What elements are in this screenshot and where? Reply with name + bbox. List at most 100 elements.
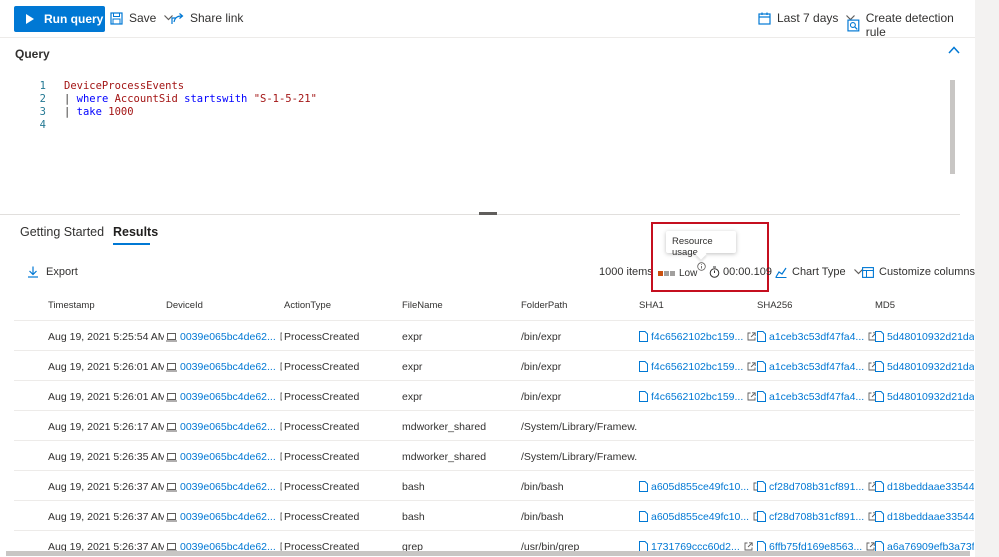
open-external-icon[interactable] — [747, 392, 756, 401]
open-external-icon[interactable] — [868, 512, 875, 521]
save-button[interactable]: Save — [110, 11, 179, 25]
open-external-icon[interactable] — [280, 452, 282, 461]
column-header-actiontype[interactable]: ActionType — [284, 300, 331, 311]
md5-link[interactable]: 5d48010932d21da... — [887, 361, 974, 373]
cell-timestamp: Aug 19, 2021 5:26:01 AM — [48, 391, 164, 403]
open-external-icon[interactable] — [868, 482, 875, 491]
horizontal-scrollbar[interactable] — [6, 551, 970, 556]
table-row[interactable]: Aug 19, 2021 5:26:37 AM 0039e065bc4de62..… — [14, 471, 974, 501]
md5-link[interactable]: 5d48010932d21da... — [887, 331, 974, 343]
open-external-icon[interactable] — [868, 362, 875, 371]
open-external-icon[interactable] — [744, 542, 753, 551]
cell-deviceid[interactable]: 0039e065bc4de62... — [166, 451, 282, 463]
cell-sha256[interactable]: a1ceb3c53df47fa4... — [757, 391, 875, 403]
cell-md5[interactable]: 5d48010932d21da... — [875, 391, 974, 403]
tab-results[interactable]: Results — [113, 225, 158, 239]
resource-level: Low — [679, 268, 698, 279]
cell-sha256[interactable]: a1ceb3c53df47fa4... — [757, 331, 875, 343]
table-row[interactable]: Aug 19, 2021 5:25:54 AM 0039e065bc4de62..… — [14, 321, 974, 351]
cell-sha1[interactable]: f4c6562102bc159... — [639, 391, 757, 403]
sha1-link[interactable]: a605d855ce49fc10... — [651, 481, 749, 493]
open-external-icon[interactable] — [280, 482, 282, 491]
sha1-link[interactable]: a605d855ce49fc10... — [651, 511, 749, 523]
chevron-up-icon[interactable] — [948, 46, 960, 54]
sha1-link[interactable]: f4c6562102bc159... — [651, 361, 743, 373]
table-row[interactable]: Aug 19, 2021 5:26:35 AM 0039e065bc4de62..… — [14, 441, 974, 471]
open-external-icon[interactable] — [280, 332, 282, 341]
splitter-handle[interactable] — [479, 212, 497, 215]
open-external-icon[interactable] — [866, 542, 875, 551]
open-external-icon[interactable] — [747, 332, 756, 341]
resource-usage-indicator[interactable]: Low — [658, 268, 697, 279]
cell-deviceid[interactable]: 0039e065bc4de62... — [166, 421, 282, 433]
device-id-link[interactable]: 0039e065bc4de62... — [180, 331, 276, 343]
table-row[interactable]: Aug 19, 2021 5:26:01 AM 0039e065bc4de62..… — [14, 351, 974, 381]
table-row[interactable]: Aug 19, 2021 5:26:37 AM 0039e065bc4de62..… — [14, 501, 974, 531]
md5-link[interactable]: d18beddaae33544... — [887, 481, 974, 493]
cell-sha1[interactable]: f4c6562102bc159... — [639, 331, 757, 343]
cell-timestamp: Aug 19, 2021 5:26:37 AM — [48, 511, 164, 523]
cell-sha256[interactable]: cf28d708b31cf891... — [757, 481, 875, 493]
open-external-icon[interactable] — [868, 332, 875, 341]
sha256-link[interactable]: cf28d708b31cf891... — [769, 481, 864, 493]
device-id-link[interactable]: 0039e065bc4de62... — [180, 391, 276, 403]
cell-deviceid[interactable]: 0039e065bc4de62... — [166, 481, 282, 493]
file-icon — [757, 511, 766, 522]
chart-type-dropdown[interactable]: Chart Type — [775, 266, 863, 278]
file-icon — [875, 511, 884, 522]
sha256-link[interactable]: a1ceb3c53df47fa4... — [769, 391, 864, 403]
open-external-icon[interactable] — [280, 542, 282, 551]
cell-deviceid[interactable]: 0039e065bc4de62... — [166, 331, 282, 343]
device-id-link[interactable]: 0039e065bc4de62... — [180, 361, 276, 373]
column-header-filename[interactable]: FileName — [402, 300, 443, 311]
open-external-icon[interactable] — [280, 392, 282, 401]
device-id-link[interactable]: 0039e065bc4de62... — [180, 451, 276, 463]
cell-md5[interactable]: d18beddaae33544... — [875, 511, 974, 523]
md5-link[interactable]: 5d48010932d21da... — [887, 391, 974, 403]
cell-deviceid[interactable]: 0039e065bc4de62... — [166, 391, 282, 403]
column-header-folderpath[interactable]: FolderPath — [521, 300, 567, 311]
table-row[interactable]: Aug 19, 2021 5:26:01 AM 0039e065bc4de62..… — [14, 381, 974, 411]
sha256-link[interactable]: a1ceb3c53df47fa4... — [769, 331, 864, 343]
editor-scrollbar[interactable] — [950, 80, 955, 174]
cell-sha1[interactable]: f4c6562102bc159... — [639, 361, 757, 373]
cell-md5[interactable]: 5d48010932d21da... — [875, 361, 974, 373]
cell-deviceid[interactable]: 0039e065bc4de62... — [166, 361, 282, 373]
device-id-link[interactable]: 0039e065bc4de62... — [180, 511, 276, 523]
info-icon[interactable] — [697, 262, 706, 271]
tab-getting-started[interactable]: Getting Started — [20, 225, 104, 239]
cell-sha1[interactable]: a605d855ce49fc10... — [639, 481, 757, 493]
open-external-icon[interactable] — [280, 362, 282, 371]
open-external-icon[interactable] — [280, 422, 282, 431]
device-id-link[interactable]: 0039e065bc4de62... — [180, 481, 276, 493]
column-header-sha256[interactable]: SHA256 — [757, 300, 792, 311]
open-external-icon[interactable] — [280, 512, 282, 521]
run-query-button[interactable]: Run query — [14, 6, 105, 32]
cell-sha256[interactable]: cf28d708b31cf891... — [757, 511, 875, 523]
share-link-button[interactable]: Share link — [171, 11, 243, 25]
open-external-icon[interactable] — [747, 362, 756, 371]
export-button[interactable]: Export — [27, 266, 78, 278]
cell-md5[interactable]: d18beddaae33544... — [875, 481, 974, 493]
customize-columns-button[interactable]: Customize columns — [862, 266, 975, 278]
column-header-timestamp[interactable]: Timestamp — [48, 300, 95, 311]
sha1-link[interactable]: f4c6562102bc159... — [651, 331, 743, 343]
cell-filename: expr — [402, 391, 423, 403]
sha256-link[interactable]: cf28d708b31cf891... — [769, 511, 864, 523]
sha1-link[interactable]: f4c6562102bc159... — [651, 391, 743, 403]
create-detection-rule-button[interactable]: Create detection rule — [847, 11, 975, 39]
cell-sha256[interactable]: a1ceb3c53df47fa4... — [757, 361, 875, 373]
page-scrollbar-rail[interactable] — [975, 0, 999, 557]
cell-sha1[interactable]: a605d855ce49fc10... — [639, 511, 757, 523]
column-header-sha1[interactable]: SHA1 — [639, 300, 664, 311]
column-header-md5[interactable]: MD5 — [875, 300, 895, 311]
cell-deviceid[interactable]: 0039e065bc4de62... — [166, 511, 282, 523]
time-range-dropdown[interactable]: Last 7 days — [758, 11, 861, 25]
sha256-link[interactable]: a1ceb3c53df47fa4... — [769, 361, 864, 373]
open-external-icon[interactable] — [868, 392, 875, 401]
column-header-deviceid[interactable]: DeviceId — [166, 300, 203, 311]
cell-md5[interactable]: 5d48010932d21da... — [875, 331, 974, 343]
md5-link[interactable]: d18beddaae33544... — [887, 511, 974, 523]
device-id-link[interactable]: 0039e065bc4de62... — [180, 421, 276, 433]
table-row[interactable]: Aug 19, 2021 5:26:17 AM 0039e065bc4de62..… — [14, 411, 974, 441]
